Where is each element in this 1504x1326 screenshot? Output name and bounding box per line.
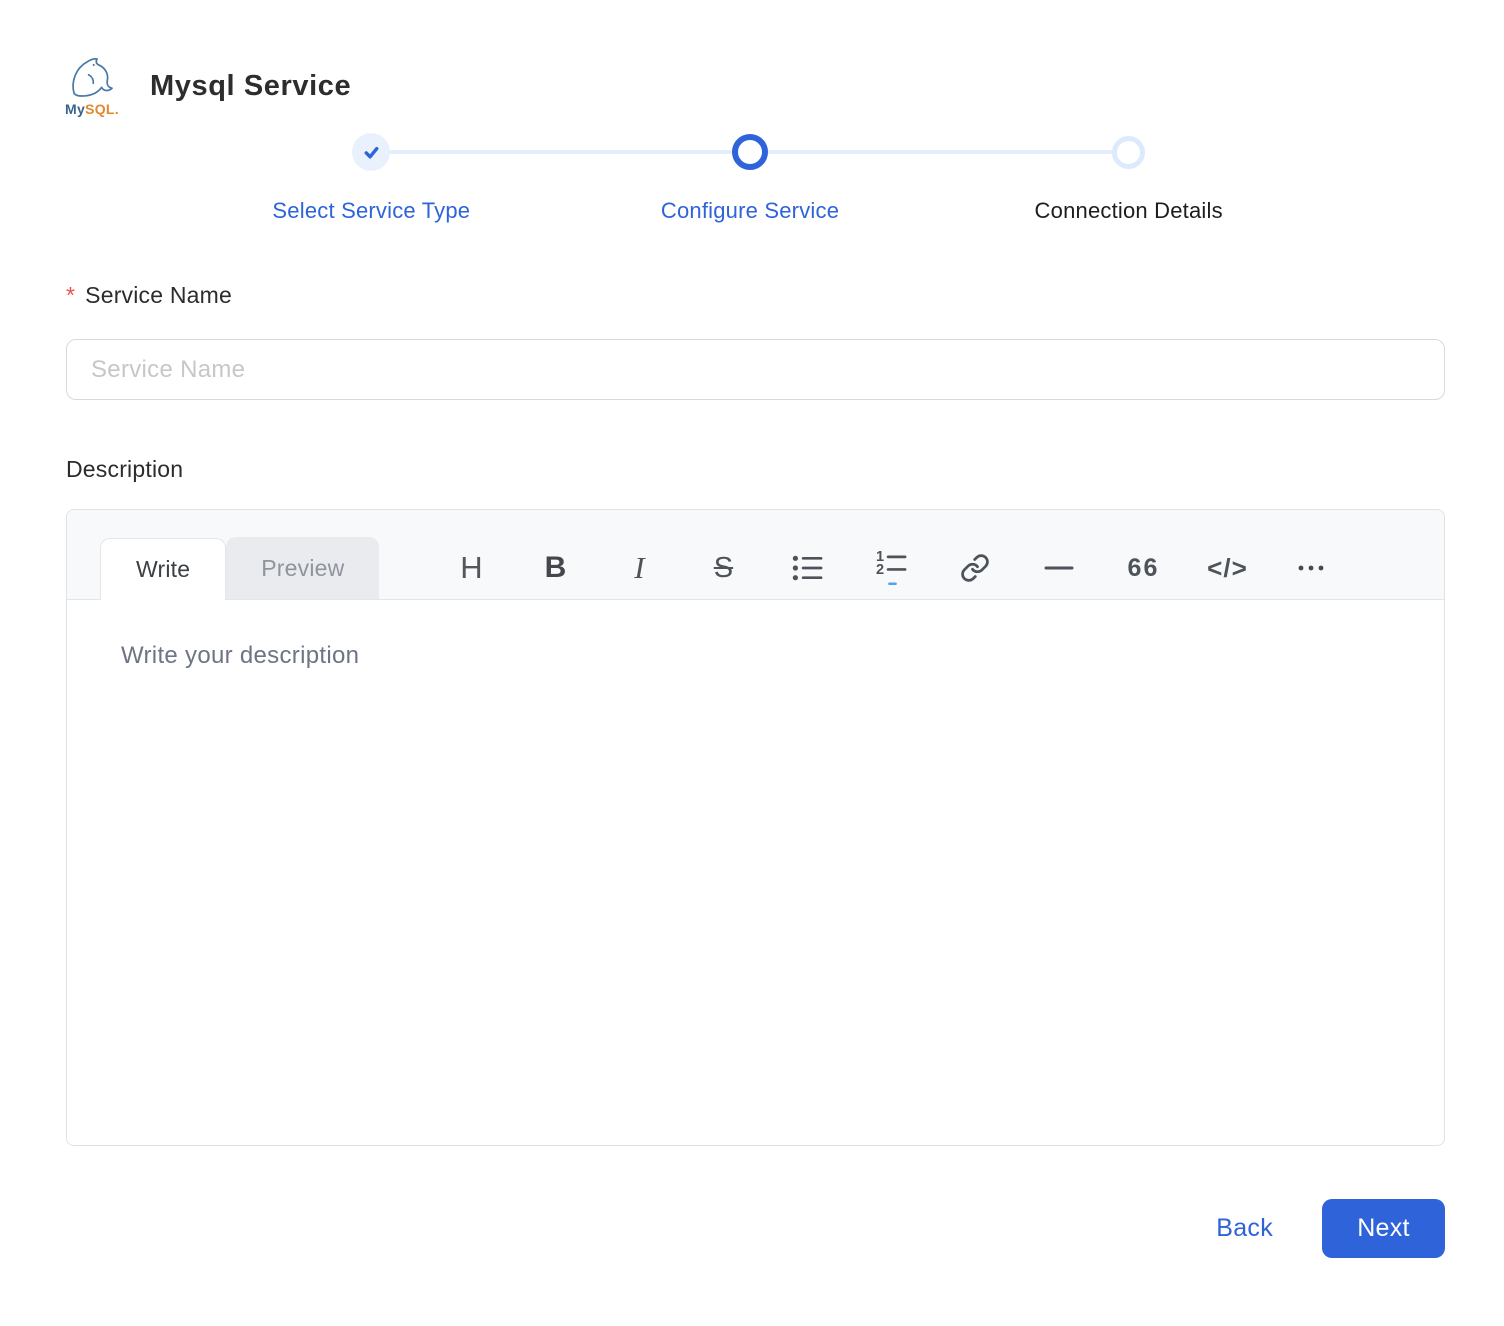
step-label-select-service-type[interactable]: Select Service Type xyxy=(182,198,561,224)
description-textarea[interactable] xyxy=(119,640,1404,1145)
mysql-wordmark-sql: SQL. xyxy=(85,101,119,117)
editor-body xyxy=(67,600,1444,1145)
step-2-indicator[interactable] xyxy=(732,134,768,170)
editor-header: Write Preview H B I S xyxy=(67,510,1444,600)
service-name-input[interactable] xyxy=(66,339,1445,400)
mysql-logo: MySQL. xyxy=(62,56,122,116)
tab-preview[interactable]: Preview xyxy=(226,537,379,599)
tab-write[interactable]: Write xyxy=(100,538,226,600)
service-name-label-text: Service Name xyxy=(85,282,232,309)
mysql-wordmark-my: My xyxy=(65,101,85,117)
next-button[interactable]: Next xyxy=(1322,1199,1445,1258)
markdown-editor: Write Preview H B I S xyxy=(66,509,1445,1146)
footer-actions: Back Next xyxy=(66,1199,1445,1258)
italic-icon[interactable]: I xyxy=(597,537,681,599)
mysql-wordmark: MySQL. xyxy=(65,102,119,116)
required-asterisk: * xyxy=(66,282,75,309)
stepper-track xyxy=(182,132,1318,172)
check-icon xyxy=(362,143,381,162)
step-2-column xyxy=(561,132,940,172)
form-content: * Service Name Description Write Preview… xyxy=(0,282,1504,1258)
description-field: Description Write Preview H B I S xyxy=(66,456,1445,1146)
code-icon[interactable]: </> xyxy=(1185,537,1269,599)
quote-icon[interactable]: 66 xyxy=(1101,537,1185,599)
step-1-column xyxy=(182,132,561,172)
step-3-column xyxy=(939,132,1318,172)
editor-toolbar: H B I S xyxy=(429,537,1353,599)
svg-text:2: 2 xyxy=(876,562,884,578)
unordered-list-icon[interactable] xyxy=(765,537,849,599)
description-label: Description xyxy=(66,456,1445,483)
header: MySQL. Mysql Service xyxy=(0,0,1504,116)
more-icon[interactable] xyxy=(1269,537,1353,599)
back-button[interactable]: Back xyxy=(1216,1214,1273,1243)
ordered-list-icon[interactable]: 1 2 xyxy=(849,537,933,599)
link-icon[interactable] xyxy=(933,537,1017,599)
step-label-connection-details[interactable]: Connection Details xyxy=(939,198,1318,224)
service-name-field: * Service Name xyxy=(66,282,1445,400)
step-1-indicator[interactable] xyxy=(352,133,390,171)
step-3-indicator[interactable] xyxy=(1112,136,1145,169)
bold-icon[interactable]: B xyxy=(513,537,597,599)
page-title: Mysql Service xyxy=(150,70,351,103)
service-name-label: * Service Name xyxy=(66,282,1445,309)
mysql-dolphin-icon xyxy=(64,56,120,102)
horizontal-rule-icon[interactable] xyxy=(1017,537,1101,599)
stepper: Select Service Type Configure Service Co… xyxy=(182,132,1318,224)
step-label-configure-service[interactable]: Configure Service xyxy=(561,198,940,224)
strikethrough-icon[interactable]: S xyxy=(681,537,765,599)
heading-icon[interactable]: H xyxy=(429,537,513,599)
mysql-service-wizard: MySQL. Mysql Service xyxy=(0,0,1504,1258)
